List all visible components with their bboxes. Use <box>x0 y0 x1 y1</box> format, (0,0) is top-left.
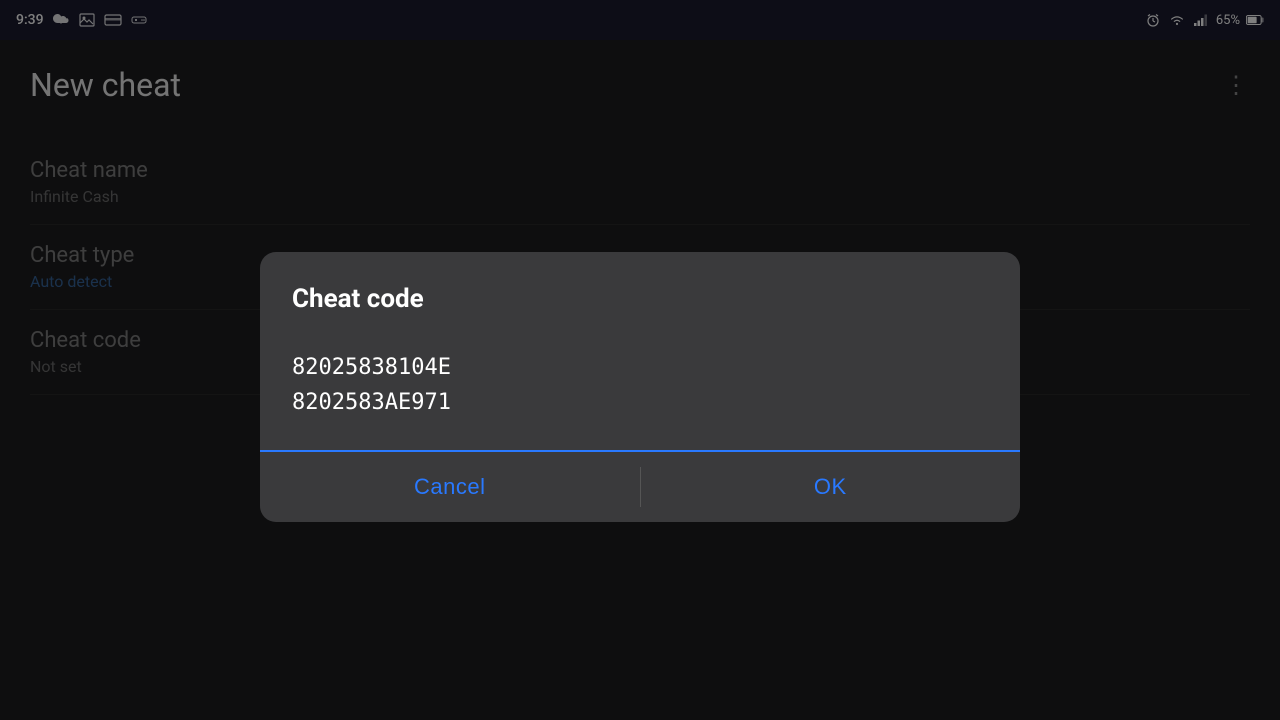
dialog-code-input[interactable]: 82025838104E 8202583AE971 <box>292 350 988 430</box>
cancel-button[interactable]: Cancel <box>260 452 640 522</box>
dialog-title: Cheat code <box>292 284 988 314</box>
code-line-2: 8202583AE971 <box>292 385 988 420</box>
cheat-code-dialog: Cheat code 82025838104E 8202583AE971 Can… <box>260 252 1020 522</box>
code-line-1: 82025838104E <box>292 350 988 385</box>
dialog-actions: Cancel OK <box>260 452 1020 522</box>
ok-button[interactable]: OK <box>641 452 1021 522</box>
dialog-body: Cheat code 82025838104E 8202583AE971 <box>260 252 1020 430</box>
